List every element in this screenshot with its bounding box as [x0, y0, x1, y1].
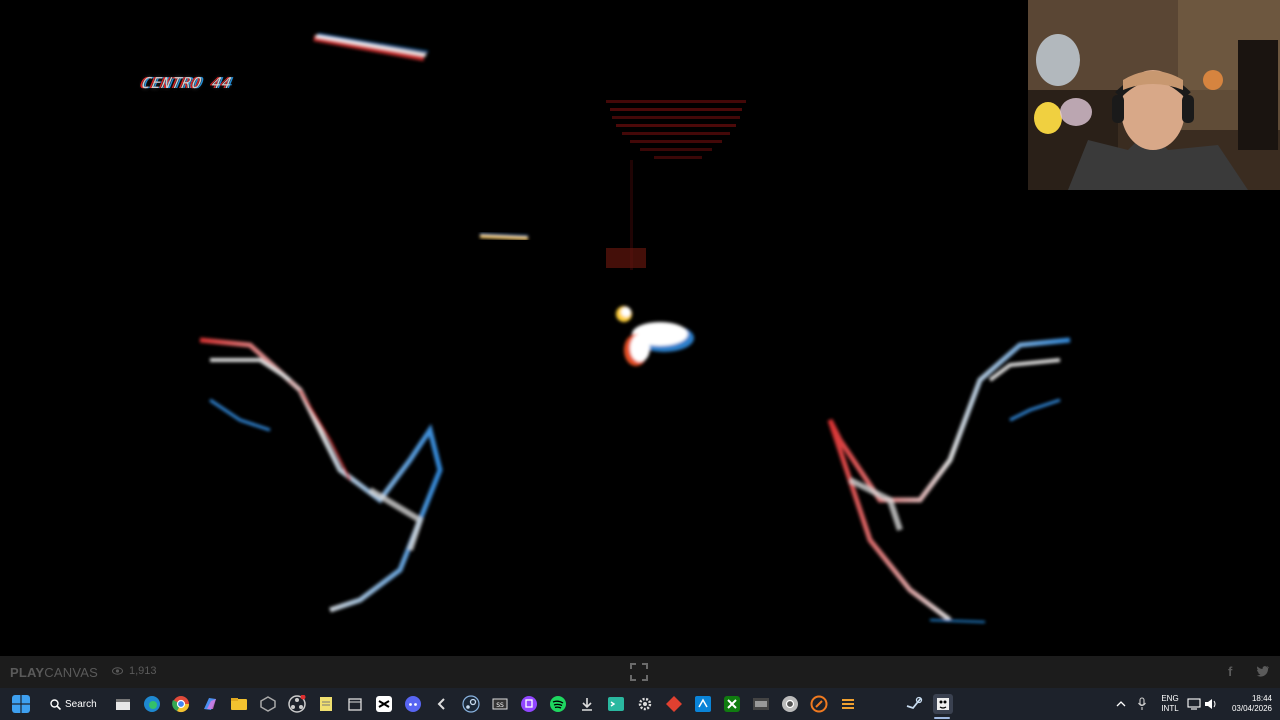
- light-streak: [313, 33, 429, 61]
- capcut-icon[interactable]: [374, 694, 394, 714]
- streamer-image: [1028, 0, 1280, 190]
- discord-icon[interactable]: [403, 694, 423, 714]
- calendar-icon[interactable]: [345, 694, 365, 714]
- app-icon[interactable]: [258, 694, 278, 714]
- fullscreen-icon[interactable]: [630, 663, 648, 681]
- obs-icon[interactable]: [287, 694, 307, 714]
- view-count-value: 1,913: [129, 665, 157, 677]
- media-icon[interactable]: [751, 694, 771, 714]
- file-explorer-icon[interactable]: [113, 694, 133, 714]
- search-icon: [50, 698, 61, 710]
- steam-icon[interactable]: [904, 694, 924, 714]
- chrome-icon[interactable]: [171, 694, 191, 714]
- edge-icon[interactable]: [142, 694, 162, 714]
- webcam-overlay: [1028, 0, 1280, 190]
- chevron-up-icon[interactable]: [1116, 699, 1126, 709]
- app-icon[interactable]: [838, 694, 858, 714]
- playcanvas-bar: PLAYCANVAS 1,913 f: [0, 656, 1280, 688]
- download-icon[interactable]: [577, 694, 597, 714]
- microphone-icon[interactable]: [1137, 697, 1147, 711]
- twitch-icon[interactable]: [519, 694, 539, 714]
- playcanvas-logo[interactable]: PLAYCANVAS: [10, 665, 98, 680]
- spotify-icon[interactable]: [548, 694, 568, 714]
- view-count: 1,913: [112, 665, 157, 677]
- svg-text:SS: SS: [496, 702, 504, 709]
- app-icon[interactable]: [664, 694, 684, 714]
- hud-label: CENTRO 44: [140, 74, 235, 92]
- right-hand: [827, 337, 1071, 623]
- back-icon[interactable]: [432, 694, 452, 714]
- language-indicator[interactable]: ENG INTL: [1158, 694, 1182, 714]
- twitter-icon[interactable]: [1256, 664, 1270, 678]
- network-icon[interactable]: [1187, 698, 1201, 710]
- clock-date: 03/04/2026: [1231, 704, 1272, 713]
- chrome-icon[interactable]: [780, 694, 800, 714]
- windows-start-icon[interactable]: [12, 695, 30, 713]
- windows-taskbar: Search SS ENG INTL 18:44 03/04/2026: [0, 688, 1280, 720]
- eye-icon: [112, 667, 123, 675]
- vscode-icon[interactable]: [693, 694, 713, 714]
- folder-icon[interactable]: [229, 694, 249, 714]
- notepad-icon[interactable]: [316, 694, 336, 714]
- light-streak: [479, 233, 529, 240]
- crosshair-object: [616, 306, 694, 366]
- search-label: Search: [65, 698, 97, 710]
- steam-icon[interactable]: [461, 694, 481, 714]
- volume-icon[interactable]: [1204, 698, 1217, 710]
- settings-icon[interactable]: [635, 694, 655, 714]
- app-icon[interactable]: [809, 694, 829, 714]
- app-icon[interactable]: SS: [490, 694, 510, 714]
- active-window-indicator: [934, 717, 950, 719]
- terminal-icon[interactable]: [606, 694, 626, 714]
- left-hand: [199, 337, 443, 613]
- facebook-icon[interactable]: f: [1228, 664, 1232, 679]
- copilot-icon[interactable]: [200, 694, 220, 714]
- taskbar-search[interactable]: Search: [50, 693, 102, 715]
- game-icon[interactable]: [933, 694, 953, 714]
- red-sign: [606, 100, 746, 270]
- clock-time: 18:44: [1251, 694, 1272, 703]
- xbox-icon[interactable]: [722, 694, 742, 714]
- system-clock[interactable]: 18:44 03/04/2026: [1222, 694, 1272, 714]
